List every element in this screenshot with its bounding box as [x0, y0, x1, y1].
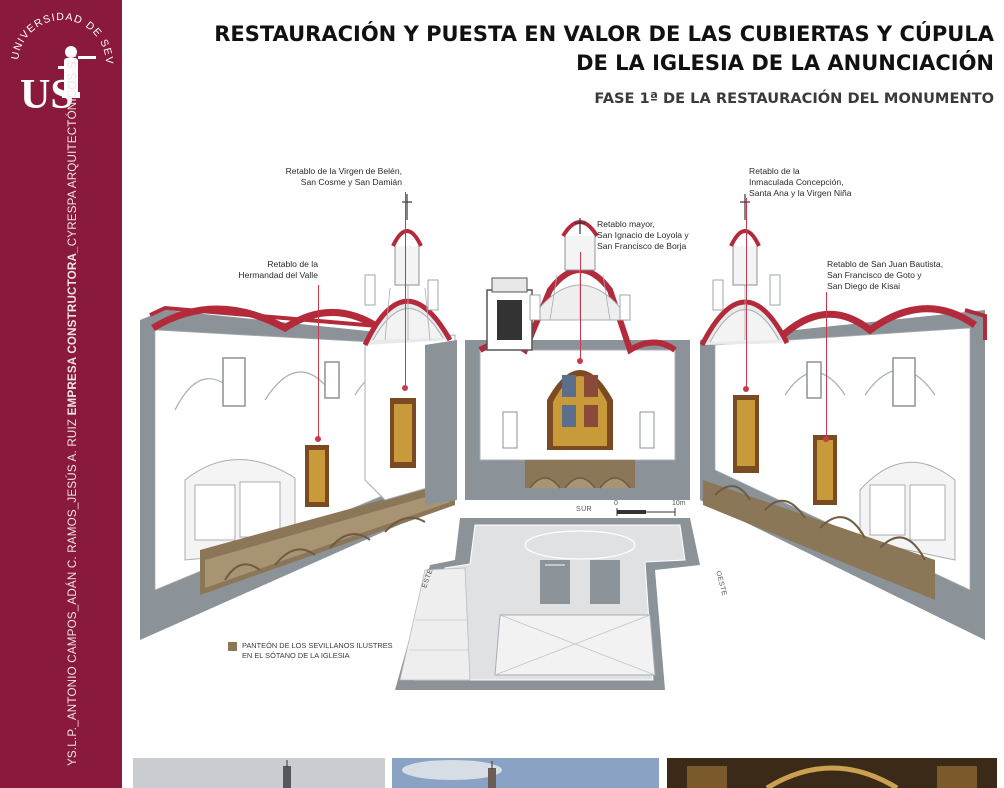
leader-san-juan: [826, 292, 827, 440]
scale-end-label: 10m: [672, 500, 686, 507]
legend: PANTEÓN DE LOS SEVILLANOS ILUSTRES EN EL…: [228, 641, 412, 661]
university-name: UNIVERSIDAD DE SEVILLA: [4, 4, 115, 65]
annotation-san-juan: Retablo de San Juan Bautista, San Franci…: [827, 259, 944, 291]
university-logo: UNIVERSIDAD DE SEVILLA US: [4, 4, 115, 118]
annotation-hermandad: Retablo de la Hermandad del Valle: [238, 259, 318, 280]
plan-label-south: SUR: [576, 506, 592, 513]
marker-virgen-belen: [402, 385, 408, 391]
annotation-virgen-belen: Retablo de la Virgen de Belén, San Cosme…: [285, 166, 402, 187]
credits-vertical: YS.L.P._ANTONIO CAMPOS_ADÁN C. RAMOS_JES…: [61, 48, 85, 766]
annotation-inmaculada: Retablo de la Inmaculada Concepción, San…: [749, 166, 852, 198]
photo-exterior-2: [392, 758, 659, 788]
photo-exterior-1: [133, 758, 385, 788]
marker-mayor: [577, 358, 583, 364]
leader-hermandad: [318, 285, 319, 440]
marker-hermandad: [315, 436, 321, 442]
annotation-retablo-mayor: Retablo mayor, San Ignacio de Loyola y S…: [597, 219, 689, 251]
credits-company-label: EMPRESA CONSTRUCTORA_: [66, 246, 79, 416]
credits-company: CYRESPA ARQUITECTÓNICOS S.L.: [66, 47, 79, 247]
marker-san-juan: [823, 436, 829, 442]
floor-plan: [395, 508, 700, 690]
photo-interior: [667, 758, 997, 788]
marker-inmaculada: [743, 386, 749, 392]
scale-start-label: 0: [614, 500, 618, 507]
title-line-1: RESTAURACIÓN Y PUESTA EN VALOR DE LAS CU…: [214, 22, 994, 46]
leader-virgen-belen: [405, 192, 406, 387]
church-section-drawing: [140, 194, 987, 690]
legend-swatch-crypt: [228, 642, 237, 651]
leader-inmaculada: [746, 198, 747, 388]
leader-mayor: [580, 252, 581, 362]
title-line-2: DE LA IGLESIA DE LA ANUNCIACIÓN: [576, 51, 994, 75]
credits-people: YS.L.P._ANTONIO CAMPOS_ADÁN C. RAMOS_JES…: [66, 418, 79, 766]
left-band: UNIVERSIDAD DE SEVILLA US YS.L.P._ANTONI…: [0, 0, 122, 788]
page-title: RESTAURACIÓN Y PUESTA EN VALOR DE LAS CU…: [134, 20, 994, 78]
page-subtitle: FASE 1ª DE LA RESTAURACIÓN DEL MONUMENTO: [594, 90, 994, 107]
legend-text: PANTEÓN DE LOS SEVILLANOS ILUSTRES EN EL…: [242, 641, 393, 660]
